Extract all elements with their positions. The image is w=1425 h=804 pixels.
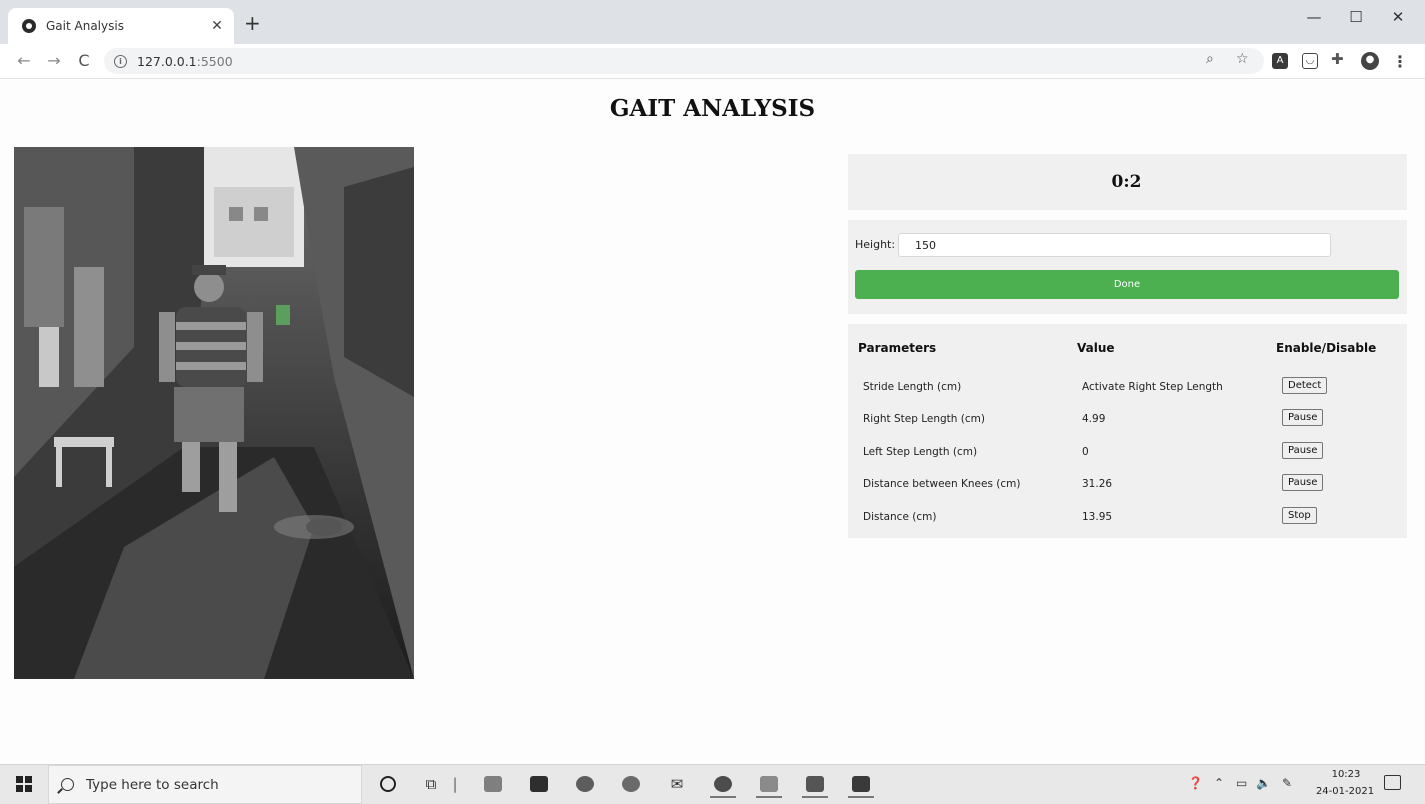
chrome-icon[interactable]: [710, 772, 736, 798]
pause-right-step-button[interactable]: Pause: [1282, 409, 1324, 426]
param-name: Stride Length (cm): [863, 381, 962, 393]
edge-icon[interactable]: [618, 772, 644, 796]
store-icon[interactable]: [526, 772, 552, 796]
enable-disable-header: Enable/Disable: [1276, 341, 1377, 355]
param-name: Distance (cm): [863, 511, 937, 523]
tab-favicon-icon: [22, 19, 36, 33]
param-row-left-step-length: Left Step Length (cm) 0 Pause: [848, 441, 1407, 465]
pen-icon[interactable]: ✎: [1282, 776, 1292, 790]
stop-button[interactable]: Stop: [1282, 507, 1317, 524]
pdf-extension-icon[interactable]: A: [1272, 53, 1288, 69]
maximize-button[interactable]: ☐: [1346, 8, 1366, 26]
search-placeholder: Type here to search: [86, 776, 219, 793]
browser-titlebar: Gait Analysis ✕ + — ☐ ✕: [0, 0, 1425, 44]
height-label: Height:: [855, 238, 896, 251]
battery-icon[interactable]: ▭: [1236, 776, 1247, 790]
search-icon: [61, 778, 74, 791]
clock-time[interactable]: 10:23: [1326, 769, 1366, 780]
new-tab-button[interactable]: +: [244, 13, 261, 33]
address-bar[interactable]: i 127.0.0.1:5500: [104, 48, 1264, 74]
pause-knees-button[interactable]: Pause: [1282, 474, 1324, 491]
volume-icon[interactable]: 🔈: [1256, 776, 1271, 790]
param-value: 0: [1082, 446, 1089, 458]
value-header: Value: [1077, 341, 1115, 355]
back-button[interactable]: ←: [14, 51, 34, 70]
done-button[interactable]: Done: [855, 270, 1399, 299]
task-view-icon[interactable]: ⧉: [418, 772, 444, 796]
powerpoint-icon[interactable]: [572, 772, 598, 796]
url-host: 127.0.0.1: [137, 53, 197, 69]
height-input[interactable]: [898, 233, 1331, 257]
image-viewer-icon[interactable]: [756, 772, 782, 798]
forward-button[interactable]: →: [44, 51, 64, 70]
extensions-puzzle-icon[interactable]: ✚: [1331, 50, 1344, 68]
param-row-stride-length: Stride Length (cm) Activate Right Step L…: [848, 376, 1407, 400]
page-title: GAIT ANALYSIS: [609, 95, 816, 122]
detect-button[interactable]: Detect: [1282, 377, 1328, 394]
pocket-extension-icon[interactable]: ◡: [1302, 53, 1318, 69]
parameters-header: Parameters: [858, 341, 937, 355]
clock-date[interactable]: 24-01-2021: [1310, 786, 1380, 797]
param-row-distance: Distance (cm) 13.95 Stop: [848, 506, 1407, 530]
star-icon[interactable]: ☆: [1236, 51, 1249, 67]
windows-start-icon[interactable]: [16, 776, 32, 792]
url-port: :5500: [196, 53, 233, 69]
param-row-right-step-length: Right Step Length (cm) 4.99 Pause: [848, 408, 1407, 432]
page-viewport: GAIT ANALYSIS 0:2 Height: 150 Done Param…: [0, 79, 1425, 764]
notification-icon[interactable]: [1384, 775, 1401, 790]
vscode-icon[interactable]: [848, 772, 874, 798]
file-explorer-icon[interactable]: [480, 772, 506, 796]
zoom-icon[interactable]: ⌕: [1206, 51, 1214, 67]
word-icon[interactable]: [802, 772, 828, 798]
param-value: 4.99: [1082, 413, 1106, 425]
pause-left-step-button[interactable]: Pause: [1282, 442, 1324, 459]
video-feed: [14, 147, 414, 679]
taskbar-divider: |: [452, 775, 458, 793]
timer-panel: 0:2: [848, 154, 1407, 210]
param-value: 13.95: [1082, 511, 1113, 523]
minimize-button[interactable]: —: [1304, 8, 1324, 26]
show-hidden-icons-icon[interactable]: ⌃: [1214, 776, 1224, 790]
taskbar: Type here to search ⧉ | ✉ ❓ ⌃ ▭ 🔈 ✎ 10:2…: [0, 764, 1425, 804]
cortana-icon[interactable]: [375, 772, 401, 796]
menu-icon[interactable]: ⋮: [1392, 52, 1408, 71]
param-value: Activate Right Step Length: [1082, 381, 1223, 393]
height-panel: Height: Done: [848, 220, 1407, 314]
browser-tab[interactable]: Gait Analysis ✕: [8, 8, 234, 44]
tab-close-icon[interactable]: ✕: [208, 18, 226, 34]
reload-button[interactable]: C: [74, 51, 94, 70]
browser-toolbar: ← → C i 127.0.0.1:5500 ⌕ ☆ A ◡ ✚ ● ⋮: [0, 44, 1425, 79]
close-window-button[interactable]: ✕: [1388, 8, 1408, 26]
taskbar-search-box[interactable]: Type here to search: [48, 765, 362, 804]
profile-icon[interactable]: ●: [1361, 52, 1379, 70]
video-frame-image: [14, 147, 414, 679]
param-row-distance-between-knees: Distance between Knees (cm) 31.26 Pause: [848, 473, 1407, 497]
param-name: Distance between Knees (cm): [863, 478, 1021, 490]
help-icon[interactable]: ❓: [1188, 776, 1203, 790]
site-info-icon[interactable]: i: [114, 54, 127, 68]
param-name: Right Step Length (cm): [863, 413, 985, 425]
mail-icon[interactable]: ✉: [664, 772, 690, 796]
elapsed-timer: 0:2: [1111, 172, 1142, 192]
tab-title: Gait Analysis: [46, 19, 124, 33]
parameters-panel: Parameters Value Enable/Disable Stride L…: [848, 324, 1407, 538]
param-name: Left Step Length (cm): [863, 446, 978, 458]
param-value: 31.26: [1082, 478, 1113, 490]
